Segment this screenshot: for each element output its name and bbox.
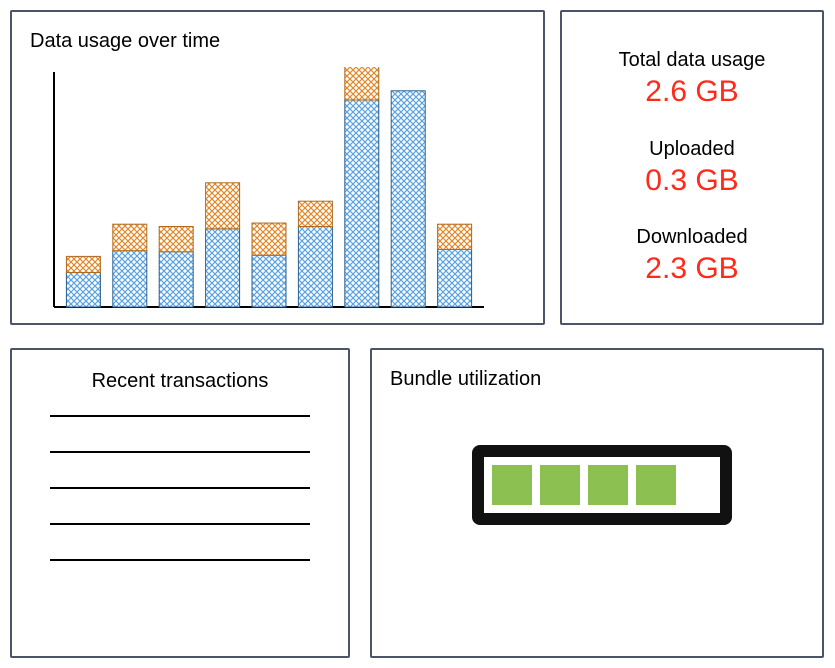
data-usage-chart-card: Data usage over time bbox=[10, 10, 545, 325]
meter-block-filled bbox=[492, 465, 532, 505]
recent-transactions-title: Recent transactions bbox=[12, 370, 348, 393]
bar-uploaded bbox=[66, 256, 100, 272]
stat-downloaded: Downloaded 2.3 GB bbox=[636, 226, 747, 286]
bar-downloaded bbox=[113, 251, 147, 307]
list-item bbox=[50, 559, 310, 561]
bar-uploaded bbox=[252, 223, 286, 255]
bar-uploaded bbox=[206, 183, 240, 229]
list-item bbox=[50, 487, 310, 489]
bundle-utilization-title: Bundle utilization bbox=[390, 368, 541, 391]
bar-downloaded bbox=[345, 100, 379, 307]
bar-downloaded bbox=[159, 252, 193, 307]
stat-downloaded-value: 2.3 GB bbox=[636, 252, 747, 286]
bar-uploaded bbox=[298, 201, 332, 226]
recent-transactions-card: Recent transactions bbox=[10, 348, 350, 658]
stat-uploaded: Uploaded 0.3 GB bbox=[645, 138, 738, 198]
stat-downloaded-label: Downloaded bbox=[636, 226, 747, 249]
bar-uploaded bbox=[345, 67, 379, 100]
bar-downloaded bbox=[391, 91, 425, 307]
list-item bbox=[50, 451, 310, 453]
meter-block-filled bbox=[540, 465, 580, 505]
stat-total-value: 2.6 GB bbox=[619, 75, 766, 109]
stat-total: Total data usage 2.6 GB bbox=[619, 49, 766, 109]
list-item bbox=[50, 415, 310, 417]
bar-downloaded bbox=[66, 273, 100, 308]
bar-uploaded bbox=[159, 227, 193, 252]
meter-block-filled bbox=[636, 465, 676, 505]
stacked-bar-chart bbox=[44, 67, 504, 312]
stat-uploaded-value: 0.3 GB bbox=[645, 164, 738, 198]
bar-downloaded bbox=[206, 229, 240, 307]
meter-block-filled bbox=[588, 465, 628, 505]
stat-total-label: Total data usage bbox=[619, 49, 766, 72]
bar-downloaded bbox=[438, 250, 472, 308]
bar-downloaded bbox=[252, 255, 286, 307]
stat-uploaded-label: Uploaded bbox=[645, 138, 738, 161]
bundle-meter bbox=[472, 445, 732, 525]
bar-uploaded bbox=[438, 224, 472, 249]
chart-title: Data usage over time bbox=[30, 30, 220, 53]
recent-transactions-list bbox=[12, 403, 348, 561]
usage-stats-card: Total data usage 2.6 GB Uploaded 0.3 GB … bbox=[560, 10, 824, 325]
list-item bbox=[50, 523, 310, 525]
bar-uploaded bbox=[113, 224, 147, 250]
bar-downloaded bbox=[298, 227, 332, 308]
bundle-utilization-card: Bundle utilization bbox=[370, 348, 824, 658]
